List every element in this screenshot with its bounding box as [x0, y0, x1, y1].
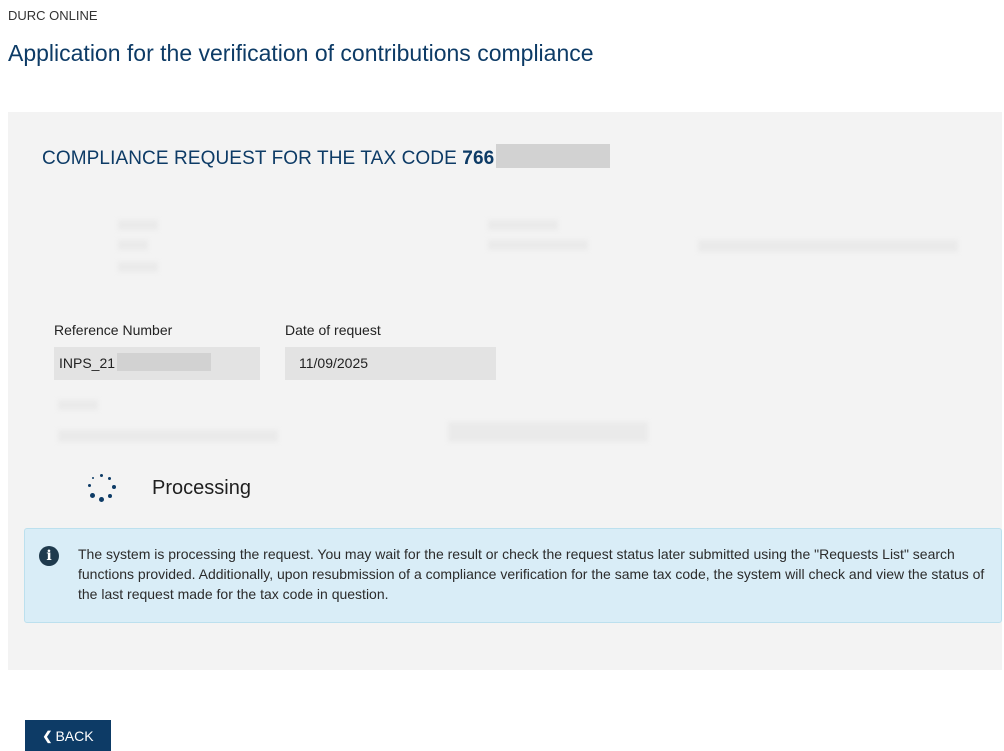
chevron-left-icon: ❮: [42, 728, 53, 743]
back-button[interactable]: ❮ BACK: [25, 720, 111, 751]
date-of-request-field: 11/09/2025: [285, 347, 496, 380]
info-icon: i: [39, 546, 59, 566]
redacted-tax-code: [496, 144, 611, 168]
reference-number-field: INPS_21: [54, 347, 260, 380]
panel-title: COMPLIANCE REQUEST FOR THE TAX CODE 766: [42, 144, 611, 171]
page-title: Application for the verification of cont…: [8, 40, 594, 66]
processing-status: Processing: [88, 474, 251, 502]
redacted-reference: [117, 353, 212, 372]
reference-number-label: Reference Number: [54, 322, 173, 338]
date-of-request-label: Date of request: [285, 322, 381, 338]
breadcrumb: DURC ONLINE: [8, 8, 98, 23]
spinner-icon: [88, 474, 116, 502]
back-label: BACK: [55, 727, 94, 744]
info-alert: i The system is processing the request. …: [24, 528, 1002, 623]
request-panel: COMPLIANCE REQUEST FOR THE TAX CODE 766 …: [8, 112, 1002, 670]
tax-code: 766: [462, 148, 495, 170]
processing-label: Processing: [152, 476, 251, 499]
info-message: The system is processing the request. Yo…: [78, 546, 985, 602]
